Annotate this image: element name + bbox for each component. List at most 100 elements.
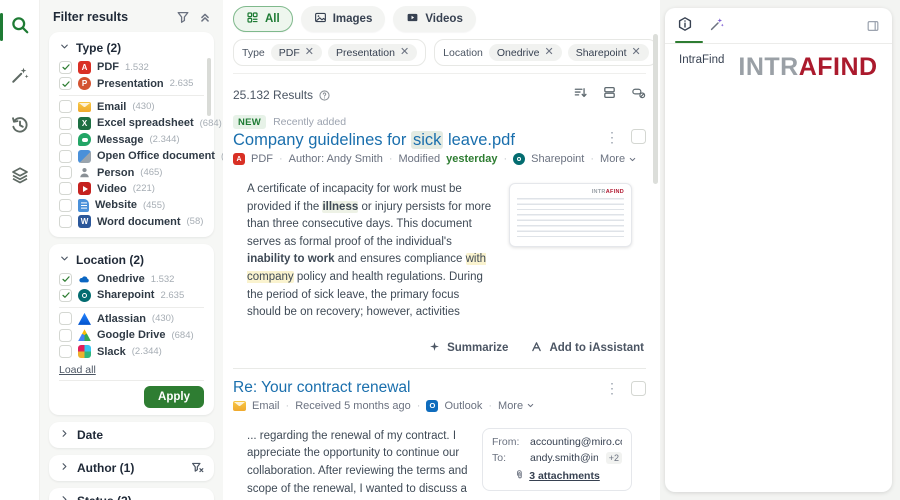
magic-wand-icon <box>709 16 725 37</box>
email-checkbox[interactable] <box>59 100 72 114</box>
onedrive-checkbox-checked[interactable] <box>59 272 72 286</box>
atlassian-icon <box>78 312 91 325</box>
website-checkbox[interactable] <box>59 198 72 212</box>
sharepoint-icon <box>78 288 91 302</box>
excel-checkbox[interactable] <box>59 116 72 130</box>
result-title-link[interactable]: Company guidelines for sick leave.pdf <box>233 131 646 150</box>
video-camera-icon <box>406 11 419 27</box>
divider <box>233 367 646 369</box>
result-select-checkbox[interactable] <box>631 380 646 396</box>
funnel-icon[interactable] <box>176 10 190 24</box>
kebab-menu-icon[interactable]: ⋮ <box>605 381 619 395</box>
add-to-iassistant-button[interactable]: Add to iAssistant <box>530 340 644 356</box>
presentation-checkbox-checked[interactable] <box>59 77 72 91</box>
close-icon[interactable]: ✕ <box>400 47 409 58</box>
active-filter-chips: Type PDF ✕ Presentation ✕ Location Onedriv… <box>233 39 658 74</box>
nav-search-item[interactable] <box>0 10 37 44</box>
filter-item-onedrive[interactable]: Onedrive 1.532 <box>59 271 204 287</box>
share-settings-icon[interactable] <box>631 85 646 105</box>
filter-item-slack[interactable]: Slack (2.344) <box>59 343 204 359</box>
word-checkbox[interactable] <box>59 215 72 229</box>
app-root: Filter results Type (2) A PDF 1.532 P Pr… <box>0 0 900 500</box>
filter-item-message[interactable]: Message (2.344) <box>59 132 204 148</box>
chip-onedrive[interactable]: Onedrive ✕ <box>488 44 562 61</box>
excel-icon: X <box>78 116 91 130</box>
close-icon[interactable]: ✕ <box>632 47 641 58</box>
date-section-label: Date <box>77 427 104 442</box>
pdf-icon: A <box>233 153 245 165</box>
filter-item-atlassian[interactable]: Atlassian (430) <box>59 311 204 327</box>
divider <box>59 94 204 96</box>
filter-item-presentation[interactable]: P Presentation 2.635 <box>59 75 204 91</box>
filter-item-excel[interactable]: X Excel spreadsheet (684) <box>59 115 222 131</box>
recently-added-label: Recently added <box>273 116 347 128</box>
attachments-link[interactable]: 3 attachments <box>492 469 622 483</box>
filter-section-author[interactable]: Author (1) <box>49 454 214 481</box>
more-menu[interactable]: More <box>498 400 535 412</box>
openoffice-checkbox[interactable] <box>59 149 72 163</box>
nav-collections-item[interactable] <box>3 160 37 194</box>
tab-videos[interactable]: Videos <box>393 6 476 32</box>
message-checkbox[interactable] <box>59 133 72 147</box>
kebab-menu-icon[interactable]: ⋮ <box>605 130 619 144</box>
new-badge: NEW <box>233 115 267 129</box>
filter-section-status[interactable]: Status (2) <box>49 487 214 500</box>
more-menu[interactable]: More <box>600 153 637 165</box>
info-hexagon-icon <box>677 16 693 37</box>
chip-presentation[interactable]: Presentation ✕ <box>327 44 418 61</box>
chip-pdf[interactable]: PDF ✕ <box>270 44 322 61</box>
info-icon[interactable] <box>318 89 331 102</box>
collapse-panel-icon[interactable] <box>866 19 880 41</box>
type-list-scrollbar[interactable] <box>207 58 211 116</box>
nav-history-item[interactable] <box>3 110 37 144</box>
search-icon <box>10 15 30 40</box>
person-checkbox[interactable] <box>59 166 72 180</box>
right-panel-tabs <box>665 8 892 44</box>
filter-item-website[interactable]: Website (455) <box>59 197 204 213</box>
sharepoint-checkbox-checked[interactable] <box>59 288 72 302</box>
email-details-box: From: accounting@miro.com To: andy.smith… <box>482 427 632 491</box>
summarize-button[interactable]: Summarize <box>428 340 508 356</box>
filter-section-date[interactable]: Date <box>49 421 214 448</box>
filter-item-pdf[interactable]: A PDF 1.532 <box>59 59 204 75</box>
tab-images[interactable]: Images <box>300 6 386 32</box>
clear-author-filter-icon[interactable] <box>191 461 204 474</box>
card-view-icon[interactable] <box>602 85 617 105</box>
document-preview-thumbnail[interactable]: INTRAFIND <box>508 183 632 247</box>
received-meta: Received 5 months ago <box>295 399 411 412</box>
filter-item-person[interactable]: Person (465) <box>59 164 204 180</box>
tab-all[interactable]: All <box>233 6 293 32</box>
main-scrollbar[interactable] <box>653 34 658 184</box>
filter-item-googledrive[interactable]: Google Drive (684) <box>59 327 204 343</box>
sort-icon[interactable] <box>573 85 588 105</box>
type-section-toggle[interactable]: Type (2) <box>59 39 204 59</box>
filter-item-openoffice[interactable]: Open Office document (31) <box>59 148 223 164</box>
email-icon <box>233 400 246 411</box>
filter-item-video[interactable]: Video (221) <box>59 181 204 197</box>
filter-item-word[interactable]: W Word document (58) <box>59 214 204 230</box>
tab-assistant[interactable] <box>709 16 725 45</box>
chip-sharepoint[interactable]: Sharepoint ✕ <box>567 44 649 61</box>
more-recipients-badge[interactable]: +2 <box>605 451 622 464</box>
result-select-checkbox[interactable] <box>631 129 646 144</box>
close-icon[interactable]: ✕ <box>305 47 314 58</box>
apply-button[interactable]: Apply <box>144 385 204 408</box>
highlight-term: inability to work <box>247 253 335 266</box>
collapse-all-icon[interactable] <box>198 10 212 24</box>
filter-section-type: Type (2) A PDF 1.532 P Presentation 2.63… <box>49 32 223 237</box>
location-section-toggle[interactable]: Location (2) <box>59 251 204 271</box>
result-title-link[interactable]: Re: Your contract renewal <box>233 379 646 397</box>
load-all-link[interactable]: Load all <box>59 361 96 380</box>
nav-assistant-item[interactable] <box>3 60 37 94</box>
chat-bubble-icon <box>78 133 91 147</box>
result-item-1: NEW Recently added Company guidelines fo… <box>233 113 646 364</box>
filter-item-sharepoint[interactable]: Sharepoint 2.635 <box>59 287 204 303</box>
pdf-checkbox-checked[interactable] <box>59 60 72 74</box>
close-icon[interactable]: ✕ <box>544 47 553 58</box>
video-checkbox[interactable] <box>59 182 72 196</box>
filter-item-email[interactable]: Email (430) <box>59 99 204 115</box>
googledrive-checkbox[interactable] <box>59 328 72 342</box>
atlassian-checkbox[interactable] <box>59 312 72 326</box>
slack-checkbox[interactable] <box>59 345 72 359</box>
chip-group-location: Location Onedrive ✕ Sharepoint ✕ <box>434 39 658 66</box>
